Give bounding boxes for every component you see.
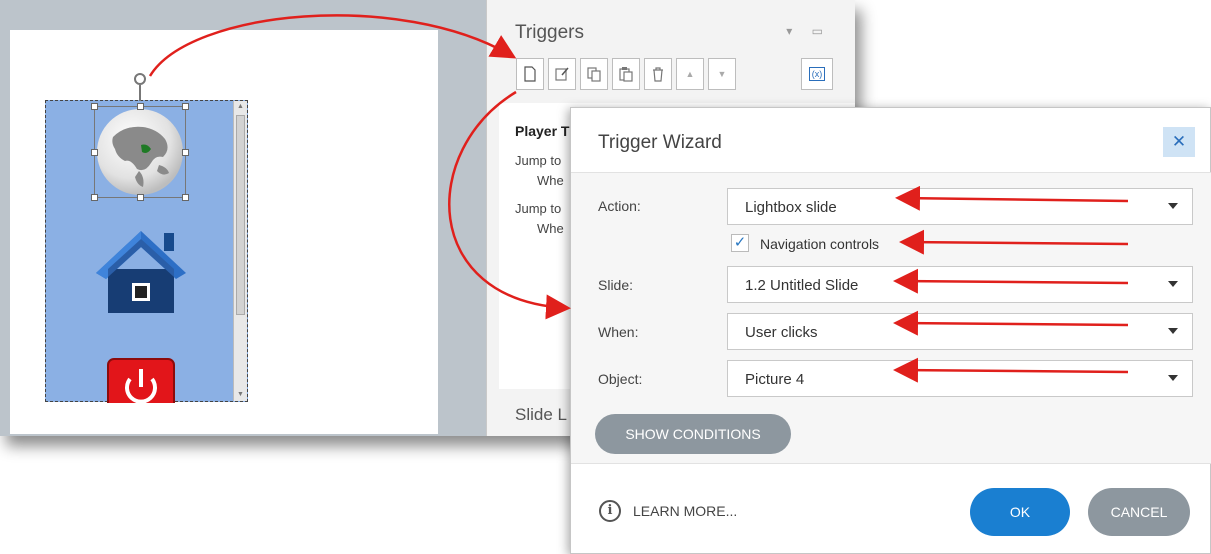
trigger-item-line[interactable]: Jump to	[515, 201, 561, 216]
resize-handle[interactable]	[91, 149, 98, 156]
rotation-line	[139, 85, 141, 101]
trigger-wizard-dialog: Trigger Wizard ✕ Action: Lightbox slide …	[570, 107, 1211, 554]
resize-handle[interactable]	[137, 103, 144, 110]
copy-icon[interactable]	[580, 58, 608, 90]
scroll-down-icon[interactable]: ▼	[234, 389, 247, 401]
stage: ▲ ▼ Triggers ▾ ▭ ▲ ▼ (x) Player T Jump t…	[0, 0, 1211, 554]
ok-button[interactable]: OK	[970, 488, 1070, 536]
resize-handle[interactable]	[182, 103, 189, 110]
object-value: Picture 4	[745, 371, 805, 388]
home-icon[interactable]	[94, 229, 188, 315]
chevron-down-icon	[1168, 203, 1178, 209]
group-title: Player T	[515, 123, 570, 139]
slide-layers-label: Slide L	[515, 405, 567, 424]
close-icon[interactable]: ✕	[1163, 127, 1195, 157]
resize-handle[interactable]	[182, 149, 189, 156]
triggers-toolbar: ▲ ▼	[516, 58, 736, 92]
trigger-item-line: Whe	[537, 173, 564, 188]
dialog-title: Trigger Wizard	[598, 132, 722, 153]
trigger-item-line: Whe	[537, 221, 564, 236]
slide-select[interactable]: 1.2 Untitled Slide	[727, 266, 1193, 303]
variables-icon[interactable]: (x)	[801, 58, 833, 90]
scrolling-panel-object[interactable]: ▲ ▼	[45, 73, 248, 403]
resize-handle[interactable]	[91, 194, 98, 201]
slide-label: Slide:	[598, 277, 634, 293]
vertical-scrollbar[interactable]: ▲ ▼	[233, 101, 247, 401]
chevron-down-icon	[1168, 375, 1178, 381]
navigation-controls-label: Navigation controls	[760, 236, 880, 252]
resize-handle[interactable]	[182, 194, 189, 201]
when-value: User clicks	[745, 324, 818, 341]
dialog-body: Action: Lightbox slide ✓ Navigation cont…	[571, 172, 1211, 464]
chevron-down-icon	[1168, 328, 1178, 334]
chevron-down-icon	[1168, 281, 1178, 287]
trigger-item-line[interactable]: Jump to	[515, 153, 561, 168]
panel-window-controls[interactable]: ▾ ▭	[786, 24, 831, 38]
resize-handle[interactable]	[137, 194, 144, 201]
object-label: Object:	[598, 371, 643, 387]
move-down-icon[interactable]: ▼	[708, 58, 736, 90]
when-label: When:	[598, 324, 639, 340]
new-trigger-icon[interactable]	[516, 58, 544, 90]
scroll-thumb[interactable]	[236, 115, 245, 315]
globe-icon	[97, 109, 183, 195]
action-label: Action:	[598, 198, 641, 214]
show-conditions-button[interactable]: SHOW CONDITIONS	[595, 414, 791, 454]
scroll-up-icon[interactable]: ▲	[234, 101, 247, 113]
globe-picture[interactable]	[91, 103, 189, 201]
panel-title: Triggers	[515, 22, 584, 43]
edit-trigger-icon[interactable]	[548, 58, 576, 90]
learn-more-link[interactable]: LEARN MORE...	[633, 503, 737, 519]
move-up-icon[interactable]: ▲	[676, 58, 704, 90]
action-select[interactable]: Lightbox slide	[727, 188, 1193, 225]
info-icon[interactable]: i	[599, 500, 621, 522]
power-icon[interactable]	[106, 357, 176, 403]
when-select[interactable]: User clicks	[727, 313, 1193, 350]
rotation-handle[interactable]	[134, 73, 146, 85]
slide-canvas-area: ▲ ▼	[0, 0, 486, 436]
action-value: Lightbox slide	[745, 199, 837, 216]
paste-icon[interactable]	[612, 58, 640, 90]
delete-icon[interactable]	[644, 58, 672, 90]
slide-value: 1.2 Untitled Slide	[745, 277, 859, 294]
cancel-button[interactable]: CANCEL	[1088, 488, 1190, 536]
object-select[interactable]: Picture 4	[727, 360, 1193, 397]
resize-handle[interactable]	[91, 103, 98, 110]
navigation-controls-checkbox[interactable]: ✓	[731, 234, 749, 252]
